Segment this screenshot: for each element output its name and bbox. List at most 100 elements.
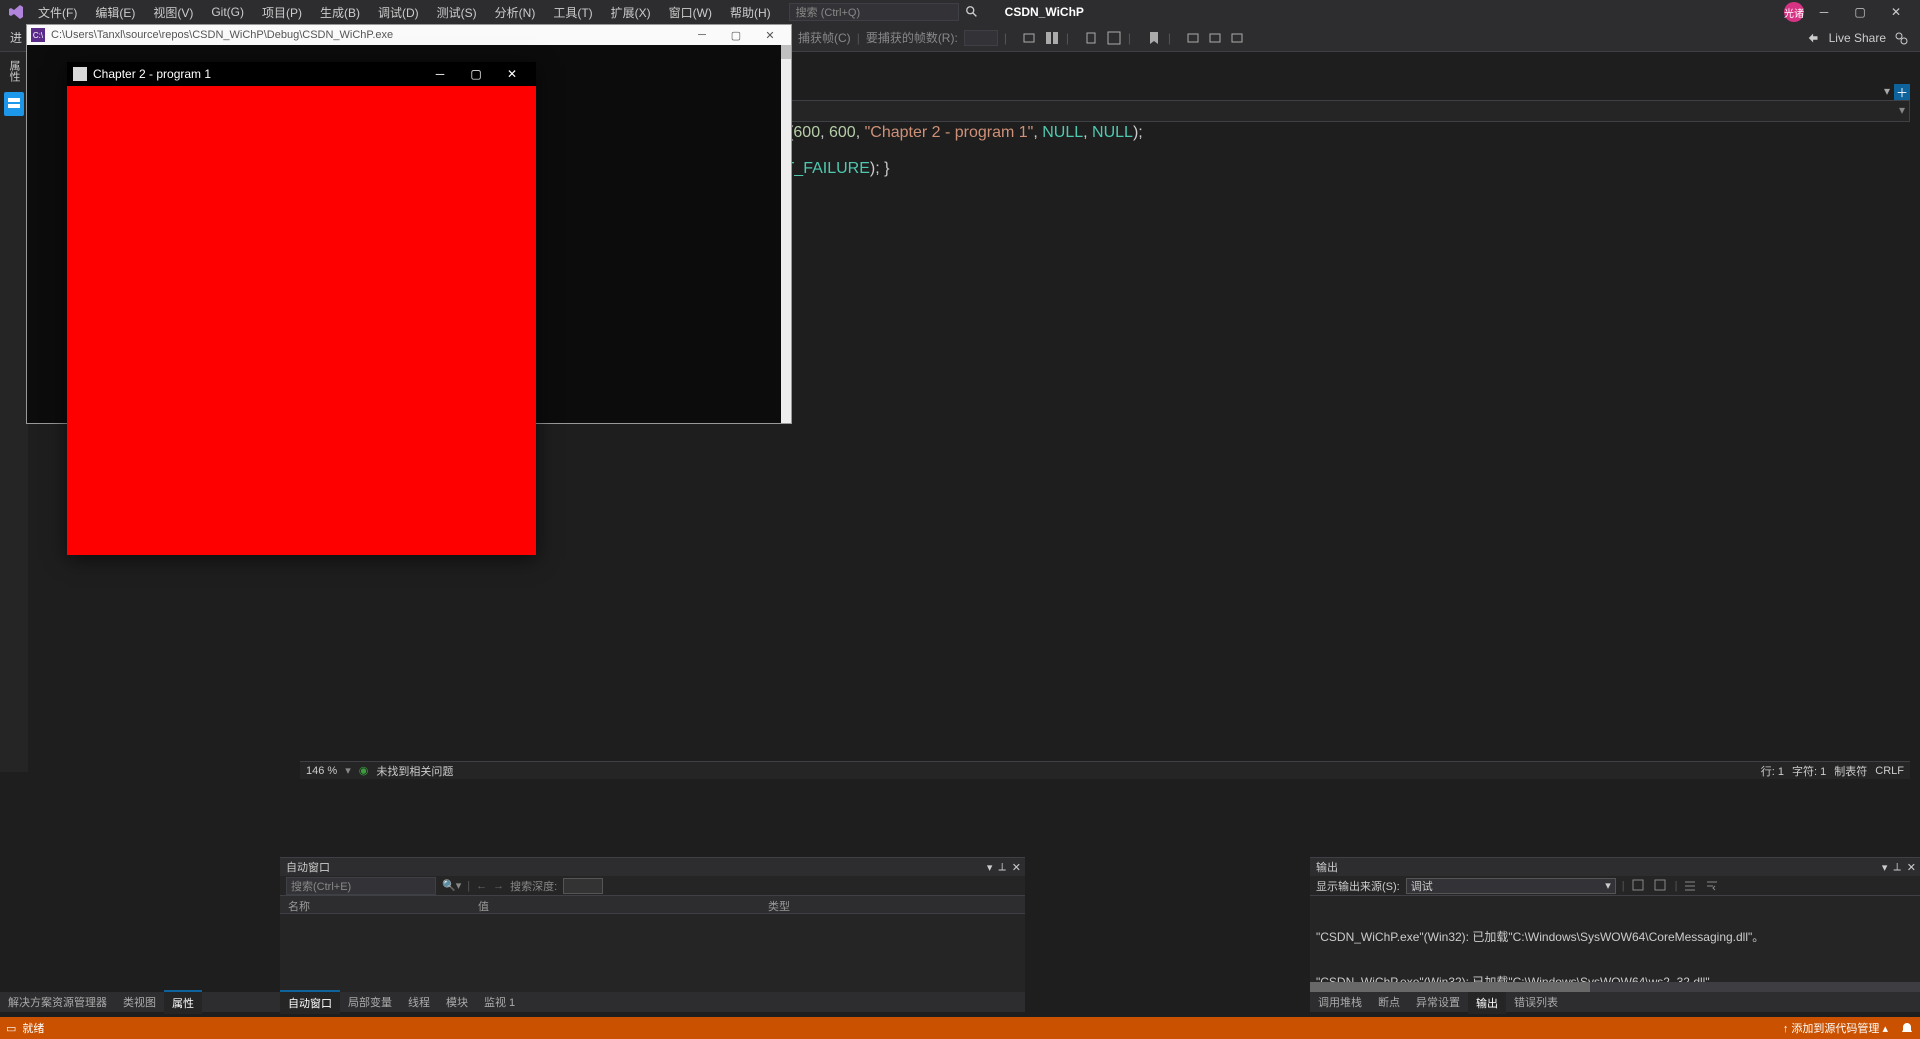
opengl-titlebar[interactable]: Chapter 2 - program 1 ─ ▢ ✕	[67, 62, 536, 86]
menu-view[interactable]: 视图(V)	[145, 1, 201, 24]
tab-properties[interactable]: 属性	[164, 990, 202, 1014]
console-title: C:\Users\Tanxl\source\repos\CSDN_WiChP\D…	[51, 29, 393, 41]
menu-analyze[interactable]: 分析(N)	[487, 1, 544, 24]
source-control-add[interactable]: ↑ 添加到源代码管理 ▴	[1783, 1020, 1888, 1036]
tab-watch1[interactable]: 监视 1	[476, 991, 523, 1013]
tab-locals[interactable]: 局部变量	[340, 991, 400, 1013]
menu-window[interactable]: 窗口(W)	[661, 1, 720, 24]
opengl-app-window[interactable]: Chapter 2 - program 1 ─ ▢ ✕	[67, 62, 536, 555]
output-body[interactable]: "CSDN_WiChP.exe"(Win32): 已加载"C:\Windows\…	[1310, 896, 1920, 992]
left-strip-properties[interactable]: 属性	[6, 56, 22, 86]
toolbar-icon-5[interactable]	[1186, 30, 1202, 46]
menu-git[interactable]: Git(G)	[203, 2, 252, 22]
toolbar-icon-6[interactable]	[1208, 30, 1224, 46]
h-scrollbar[interactable]	[1310, 982, 1920, 992]
close-icon[interactable]: ✕	[1012, 861, 1021, 874]
pin-icon[interactable]: ⟂	[1893, 861, 1900, 874]
search-icon[interactable]	[965, 5, 979, 19]
nav-fwd-icon[interactable]: →	[493, 880, 504, 892]
vs-statusbar: ▭ 就绪 ↑ 添加到源代码管理 ▴	[0, 1017, 1920, 1039]
live-share-button[interactable]: Live Share	[1829, 31, 1886, 45]
output-source-label: 显示输出来源(S):	[1316, 878, 1400, 894]
dropdown-icon[interactable]: ▾	[987, 861, 993, 874]
notifications-icon[interactable]	[1900, 1021, 1914, 1035]
output-tool-1[interactable]	[1631, 878, 1647, 894]
output-title: 输出	[1316, 859, 1338, 875]
capture-frame-button[interactable]: 捕获帧(C)	[798, 29, 851, 46]
console-minimize-button[interactable]: ─	[685, 29, 719, 42]
search-icon[interactable]: 🔍▾	[442, 879, 461, 892]
console-scrollbar[interactable]	[781, 45, 791, 423]
toolbar-icon-7[interactable]	[1230, 30, 1246, 46]
tab-errorlist[interactable]: 错误列表	[1506, 991, 1566, 1013]
frames-to-capture-input[interactable]	[964, 30, 998, 46]
menu-test[interactable]: 测试(S)	[429, 1, 485, 24]
no-issues-label[interactable]: 未找到相关问题	[376, 763, 453, 779]
nav-back-icon[interactable]: ←	[476, 880, 487, 892]
autos-body[interactable]	[280, 914, 1025, 992]
toolbar-icon-4[interactable]	[1106, 30, 1122, 46]
left-strip-toolbox-icon[interactable]	[4, 92, 24, 116]
menu-project[interactable]: 项目(P)	[254, 1, 310, 24]
gl-close-button[interactable]: ✕	[494, 62, 530, 86]
menu-edit[interactable]: 编辑(E)	[87, 1, 143, 24]
tab-autos[interactable]: 自动窗口	[280, 990, 340, 1014]
pin-icon[interactable]: ⟂	[998, 861, 1005, 874]
cursor-line: 行: 1	[1761, 763, 1784, 779]
editor-expand-icon[interactable]: ▾	[1884, 84, 1890, 100]
quick-search-input[interactable]: 搜索 (Ctrl+Q)	[789, 3, 959, 21]
window-maximize-button[interactable]: ▢	[1844, 0, 1876, 24]
col-value[interactable]: 值	[470, 896, 760, 913]
dropdown-icon[interactable]: ▾	[1882, 861, 1888, 874]
output-source-dropdown[interactable]: 调试▾	[1406, 878, 1616, 894]
gl-maximize-button[interactable]: ▢	[458, 62, 494, 86]
output-clear-icon[interactable]	[1683, 878, 1699, 894]
console-maximize-button[interactable]: ▢	[719, 29, 753, 42]
live-share-icon[interactable]	[1807, 31, 1821, 45]
toolbar-icon-1[interactable]	[1022, 30, 1038, 46]
toolbar-icon-2[interactable]	[1044, 30, 1060, 46]
menu-help[interactable]: 帮助(H)	[722, 1, 779, 24]
user-avatar[interactable]: 光诸	[1784, 2, 1804, 22]
console-close-button[interactable]: ✕	[753, 29, 787, 42]
tab-breakpoints[interactable]: 断点	[1370, 991, 1408, 1013]
close-icon[interactable]: ✕	[1907, 861, 1916, 874]
editor-plus-icon[interactable]: ＋	[1894, 84, 1910, 100]
gl-minimize-button[interactable]: ─	[422, 62, 458, 86]
depth-dropdown[interactable]	[563, 878, 603, 894]
autos-columns: 名称 值 类型	[280, 896, 1025, 914]
indent-mode[interactable]: 制表符	[1834, 763, 1867, 779]
menu-file[interactable]: 文件(F)	[30, 1, 85, 24]
col-name[interactable]: 名称	[280, 896, 470, 913]
output-tool-2[interactable]	[1653, 878, 1669, 894]
tab-threads[interactable]: 线程	[400, 991, 438, 1013]
console-icon: C:\	[31, 28, 45, 42]
menu-debug[interactable]: 调试(D)	[370, 1, 427, 24]
toolbar-icon-3[interactable]	[1084, 30, 1100, 46]
tab-output[interactable]: 输出	[1468, 990, 1506, 1014]
col-type[interactable]: 类型	[760, 896, 1025, 913]
status-ready: 就绪	[22, 1020, 44, 1036]
window-close-button[interactable]: ✕	[1880, 0, 1912, 24]
window-minimize-button[interactable]: ─	[1808, 0, 1840, 24]
tab-class-view[interactable]: 类视图	[115, 991, 164, 1013]
feedback-icon[interactable]	[1894, 31, 1908, 45]
menu-tools[interactable]: 工具(T)	[545, 1, 600, 24]
output-wrap-icon[interactable]	[1705, 878, 1721, 894]
zoom-level[interactable]: 146 %	[306, 765, 337, 777]
left-tool-strip: 属性	[0, 52, 28, 772]
tab-exceptions[interactable]: 异常设置	[1408, 991, 1468, 1013]
menu-extensions[interactable]: 扩展(X)	[603, 1, 659, 24]
toolbar-process-dropdown[interactable]: 进	[4, 29, 28, 46]
project-name: CSDN_WiChP	[1005, 5, 1782, 19]
tab-solution-explorer[interactable]: 解决方案资源管理器	[0, 991, 115, 1013]
line-ending[interactable]: CRLF	[1875, 765, 1904, 777]
bookmark-icon[interactable]	[1146, 30, 1162, 46]
left-bottom-tabs: 解决方案资源管理器 类视图 属性	[0, 992, 280, 1012]
tab-callstack[interactable]: 调用堆栈	[1310, 991, 1370, 1013]
check-icon: ◉	[359, 764, 369, 777]
menu-build[interactable]: 生成(B)	[312, 1, 368, 24]
console-titlebar[interactable]: C:\ C:\Users\Tanxl\source\repos\CSDN_WiC…	[27, 25, 791, 45]
tab-modules[interactable]: 模块	[438, 991, 476, 1013]
autos-search-input[interactable]: 搜索(Ctrl+E)	[286, 877, 436, 895]
